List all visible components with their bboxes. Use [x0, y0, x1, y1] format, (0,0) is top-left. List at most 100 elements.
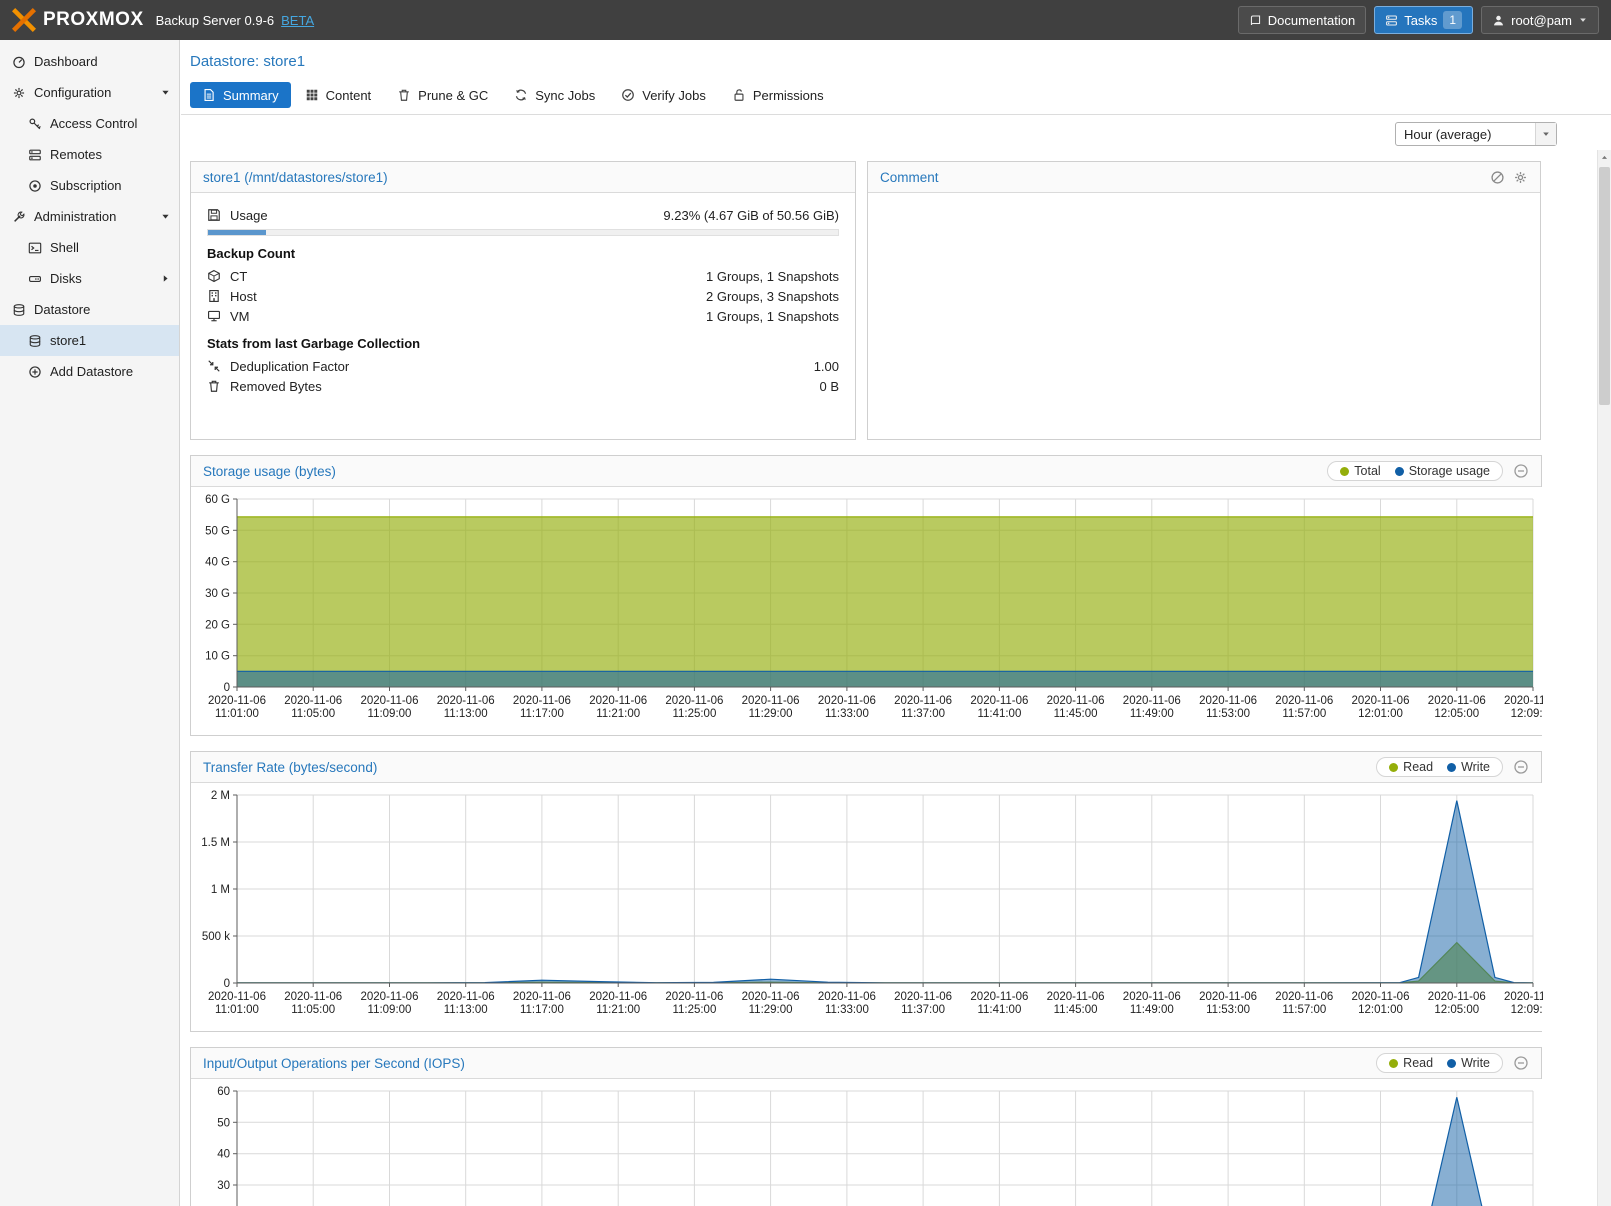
svg-text:1 M: 1 M: [211, 884, 230, 896]
sidebar-item-store1[interactable]: store1: [0, 325, 179, 356]
database-icon: [28, 334, 42, 348]
sidebar-item-datastore[interactable]: Datastore: [0, 294, 179, 325]
usage-value: 9.23% (4.67 GiB of 50.56 GiB): [663, 208, 839, 223]
row-value: 1 Groups, 1 Snapshots: [706, 309, 839, 324]
circle-slash-icon[interactable]: [1490, 170, 1505, 185]
sidebar-item-label: Subscription: [50, 178, 171, 193]
tab-permissions[interactable]: Permissions: [720, 82, 836, 108]
svg-text:2020-11-06: 2020-11-06: [1428, 695, 1486, 707]
comment-panel-tools: [1490, 170, 1528, 185]
hdd-icon: [28, 272, 42, 286]
svg-text:11:45:00: 11:45:00: [1054, 1004, 1098, 1016]
floppy-icon: [207, 208, 221, 222]
comment-panel-body[interactable]: [868, 193, 1540, 217]
grid-icon: [305, 88, 319, 102]
summary-row-vm: VM1 Groups, 1 Snapshots: [207, 306, 839, 326]
tab-verify-jobs[interactable]: Verify Jobs: [609, 82, 718, 108]
collapse-icon[interactable]: [1513, 463, 1529, 479]
section-heading-backup-count: Backup Count: [207, 246, 839, 261]
chart-legend: Read Write: [1376, 757, 1503, 777]
summary-panel-header: store1 (/mnt/datastores/store1): [191, 162, 855, 193]
documentation-label: Documentation: [1268, 13, 1355, 28]
sidebar-item-label: Disks: [50, 271, 152, 286]
legend-dot: [1389, 763, 1398, 772]
legend-item-write[interactable]: Write: [1440, 1056, 1497, 1070]
collapse-icon[interactable]: [1513, 759, 1529, 775]
subscription-icon: [28, 179, 42, 193]
svg-text:11:17:00: 11:17:00: [520, 708, 564, 720]
legend-item-total[interactable]: Total: [1333, 464, 1387, 478]
sidebar-item-configuration[interactable]: Configuration: [0, 77, 179, 108]
sidebar-item-access-control[interactable]: Access Control: [0, 108, 179, 139]
chevron-down-icon[interactable]: [160, 211, 171, 222]
svg-text:60: 60: [217, 1086, 230, 1098]
sidebar-item-administration[interactable]: Administration: [0, 201, 179, 232]
svg-text:2020-11-06: 2020-11-06: [1047, 695, 1105, 707]
sidebar-item-label: store1: [50, 333, 171, 348]
beta-link[interactable]: BETA: [281, 13, 314, 28]
arrow-up-icon: [1600, 153, 1609, 162]
svg-text:11:37:00: 11:37:00: [901, 1004, 945, 1016]
sidebar-item-subscription[interactable]: Subscription: [0, 170, 179, 201]
row-value: 0 B: [819, 379, 839, 394]
collapse-icon[interactable]: [1513, 1055, 1529, 1071]
combo-trigger[interactable]: [1535, 123, 1556, 145]
svg-text:11:01:00: 11:01:00: [215, 1004, 259, 1016]
svg-text:2020-11-06: 2020-11-06: [1123, 695, 1181, 707]
svg-text:2020-11-06: 2020-11-06: [361, 991, 419, 1003]
tasks-count-badge: 1: [1443, 11, 1462, 29]
sidebar-item-remotes[interactable]: Remotes: [0, 139, 179, 170]
proxmox-x-icon: [12, 8, 36, 32]
sidebar-item-label: Configuration: [34, 85, 152, 100]
tab-summary[interactable]: Summary: [190, 82, 291, 108]
chart-title: Storage usage (bytes): [203, 464, 1327, 479]
scroll-up-button[interactable]: [1598, 150, 1611, 165]
chart-panel-header: Input/Output Operations per Second (IOPS…: [191, 1048, 1541, 1079]
legend-item-storage-usage[interactable]: Storage usage: [1388, 464, 1497, 478]
sidebar-item-label: Access Control: [50, 116, 171, 131]
svg-text:30 G: 30 G: [205, 588, 230, 600]
sidebar-item-shell[interactable]: Shell: [0, 232, 179, 263]
chevron-down-icon[interactable]: [160, 87, 171, 98]
user-icon: [1492, 14, 1505, 27]
vertical-scrollbar[interactable]: [1597, 150, 1611, 1206]
legend-item-read[interactable]: Read: [1382, 760, 1440, 774]
row-value: 2 Groups, 3 Snapshots: [706, 289, 839, 304]
timeframe-select[interactable]: Hour (average): [1395, 122, 1557, 146]
svg-text:11:05:00: 11:05:00: [291, 708, 335, 720]
legend-dot: [1395, 467, 1404, 476]
chart-title: Input/Output Operations per Second (IOPS…: [203, 1056, 1376, 1071]
user-menu-button[interactable]: root@pam: [1481, 6, 1599, 34]
gear-icon[interactable]: [1513, 170, 1528, 185]
scrollbar-thumb[interactable]: [1599, 167, 1610, 405]
svg-text:10 G: 10 G: [205, 651, 230, 663]
svg-text:11:25:00: 11:25:00: [672, 1004, 716, 1016]
tasks-button[interactable]: Tasks 1: [1374, 6, 1473, 34]
tab-content[interactable]: Content: [293, 82, 384, 108]
legend-label: Write: [1461, 760, 1490, 774]
svg-text:500 k: 500 k: [202, 931, 230, 943]
svg-text:12:09:00: 12:09:00: [1511, 1004, 1543, 1016]
iops-chart-panel: Input/Output Operations per Second (IOPS…: [190, 1047, 1542, 1206]
svg-text:11:17:00: 11:17:00: [520, 1004, 564, 1016]
svg-text:2020-11-06: 2020-11-06: [818, 695, 876, 707]
legend-item-write[interactable]: Write: [1440, 760, 1497, 774]
sidebar-item-add-datastore[interactable]: Add Datastore: [0, 356, 179, 387]
sidebar-item-disks[interactable]: Disks: [0, 263, 179, 294]
svg-text:11:57:00: 11:57:00: [1282, 708, 1326, 720]
svg-text:1.5 M: 1.5 M: [201, 837, 230, 849]
documentation-button[interactable]: Documentation: [1238, 6, 1366, 34]
chevron-right-icon[interactable]: [160, 273, 171, 284]
tab-sync-jobs[interactable]: Sync Jobs: [502, 82, 607, 108]
brand-name: PROXMOX: [43, 9, 144, 31]
tab-prune-gc[interactable]: Prune & GC: [385, 82, 500, 108]
svg-text:11:21:00: 11:21:00: [596, 1004, 640, 1016]
svg-text:50 G: 50 G: [205, 525, 230, 537]
svg-text:2020-11-06: 2020-11-06: [1428, 991, 1486, 1003]
svg-text:2020-11-06: 2020-11-06: [1352, 991, 1410, 1003]
svg-text:2020-11-06: 2020-11-06: [208, 695, 266, 707]
chart-panel-header: Storage usage (bytes) TotalStorage usage: [191, 456, 1541, 487]
legend-item-read[interactable]: Read: [1382, 1056, 1440, 1070]
svg-text:2020-11-06: 2020-11-06: [284, 991, 342, 1003]
sidebar-item-dashboard[interactable]: Dashboard: [0, 46, 179, 77]
